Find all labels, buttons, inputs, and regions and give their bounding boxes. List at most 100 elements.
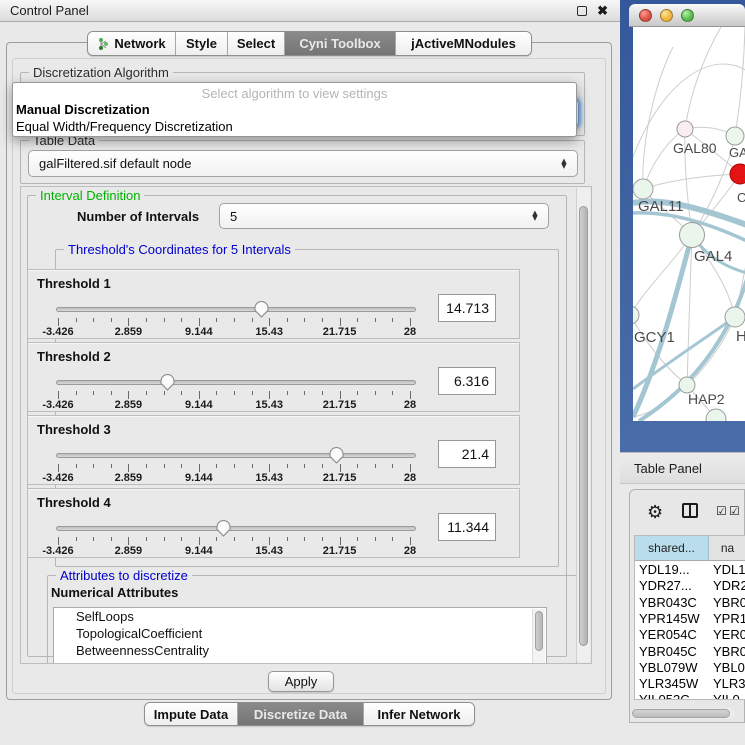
minimize-traffic-light-icon[interactable] [660,9,673,22]
attributes-scrollbar-thumb[interactable] [535,611,543,651]
dropdown-placeholder-item[interactable]: Select algorithm to view settings [13,83,576,101]
table-cell[interactable]: YPR1 [713,611,745,628]
table-cell[interactable]: YDR27... [639,578,709,595]
slider-tick [216,391,217,395]
network-node[interactable] [677,121,693,137]
table-panel: ⚙ ☑ ☑ shared...naYDL19...YDL1YDR27...YDR… [629,489,745,723]
threshold-slider-1[interactable]: -3.4262.8599.14415.4321.71528 [56,300,416,338]
table-cell[interactable]: YDL19... [639,562,709,579]
network-node[interactable] [730,164,745,184]
threshold-slider-2[interactable]: -3.4262.8599.14415.4321.71528 [56,373,416,411]
slider-tick [199,464,200,472]
threshold-value-field[interactable]: 21.4 [438,440,496,468]
slider-tick [58,318,59,326]
attribute-list-item[interactable]: BetweennessCentrality [54,642,546,659]
threshold-value-field[interactable]: 11.344 [438,513,496,541]
apply-button[interactable]: Apply [268,671,334,692]
network-node[interactable] [633,179,653,199]
attributes-list-scrollbar[interactable] [532,609,545,664]
slider-tick [93,391,94,395]
split-columns-icon[interactable] [682,503,698,518]
slider-tick [410,464,411,472]
slider-tick [216,464,217,468]
slider-tick-label: 28 [404,472,416,484]
slider-tick [340,464,341,472]
slider-thumb[interactable] [329,446,344,464]
close-traffic-light-icon[interactable] [639,9,652,22]
tab-network[interactable]: Network [88,32,176,55]
table-cell[interactable]: YBR0 [713,595,745,612]
table-cell[interactable]: YBL079W [639,660,709,677]
tab-select[interactable]: Select [228,32,285,55]
network-canvas[interactable]: GAL80GACGAL11GAL4GCY1HHAP2 [633,27,745,421]
node-label-gal4: GAL4 [694,248,732,265]
tab-impute-data[interactable]: Impute Data [145,703,238,725]
close-icon[interactable]: ✖ [597,3,608,19]
table-column-header-1[interactable]: shared... [635,536,709,561]
table-cell[interactable]: YIL052C [639,692,709,700]
settings-scrollbar-thumb[interactable] [579,206,588,646]
tab-discretize-data[interactable]: Discretize Data [238,703,364,725]
slider-track[interactable] [56,307,416,312]
table-cell[interactable]: YBR045C [639,644,709,661]
tab-jactivemnodules[interactable]: jActiveMNodules [396,32,531,55]
table-cell[interactable]: YER0 [713,627,745,644]
table-column-header-2[interactable]: na [709,536,745,561]
slider-tick-label: 15.43 [255,399,283,411]
threshold-value-field[interactable]: 6.316 [438,367,496,395]
threshold-value-field[interactable]: 14.713 [438,294,496,322]
tab-cyni-toolbox[interactable]: Cyni Toolbox [285,32,396,55]
slider-tick [287,464,288,468]
slider-thumb[interactable] [254,300,269,318]
attribute-list-item[interactable]: TopologicalCoefficient [54,625,546,642]
slider-tick-label: 28 [404,545,416,557]
node-attribute-table[interactable]: shared...naYDL19...YDL1YDR27...YDR2YBR04… [634,535,745,700]
zoom-traffic-light-icon[interactable] [681,9,694,22]
table-cell[interactable]: YER054C [639,627,709,644]
float-window-icon[interactable] [577,6,587,16]
table-cell[interactable]: YBR0 [713,644,745,661]
network-window-titlebar[interactable] [629,4,745,27]
network-node[interactable] [680,223,705,248]
node-label-gal80: GAL80 [673,140,717,156]
slider-tick [340,391,341,399]
select-columns-checkbox-icon[interactable]: ☑ [716,504,727,518]
network-node[interactable] [633,306,639,324]
table-horizontal-scrollbar[interactable] [631,708,735,719]
slider-tick [58,464,59,472]
dropdown-option-equal-width-frequency[interactable]: Equal Width/Frequency Discretization [13,118,576,135]
select-all-checkbox-icon[interactable]: ☑ [729,504,740,518]
slider-tick [93,318,94,322]
slider-tick [234,318,235,322]
gear-icon[interactable]: ⚙ [647,502,663,523]
slider-track[interactable] [56,380,416,385]
slider-track[interactable] [56,526,416,531]
network-node[interactable] [725,307,745,327]
table-cell[interactable]: YBR043C [639,595,709,612]
threshold-slider-4[interactable]: -3.4262.8599.14415.4321.71528 [56,519,416,557]
slider-tick-label: 2.859 [115,472,143,484]
table-cell[interactable]: YLR3 [713,676,745,693]
attribute-list-item[interactable]: SelfLoops [54,608,546,625]
table-cell[interactable]: YLR345W [639,676,709,693]
table-cell[interactable]: YPR145W [639,611,709,628]
table-hscrollbar-thumb[interactable] [632,709,730,718]
table-cell[interactable]: YDR2 [713,578,745,595]
network-node[interactable] [726,127,744,145]
tab-infer-network[interactable]: Infer Network [364,703,474,725]
slider-thumb[interactable] [216,519,231,537]
table-cell[interactable]: YIL0 [713,692,745,700]
dropdown-option-manual-discretization[interactable]: Manual Discretization [13,101,576,118]
slider-tick [128,391,129,399]
discretization-algorithm-group-title: Discretization Algorithm [29,65,173,80]
threshold-slider-3[interactable]: -3.4262.8599.14415.4321.71528 [56,446,416,484]
table-cell[interactable]: YBL0 [713,660,745,677]
table-cell[interactable]: YDL1 [713,562,745,579]
tab-style[interactable]: Style [176,32,228,55]
settings-vertical-scrollbar[interactable] [576,188,590,662]
numerical-attributes-list[interactable]: SelfLoopsTopologicalCoefficientBetweenne… [53,607,547,664]
table-data-combobox[interactable]: galFiltered.sif default node ▲▼ [28,150,578,177]
number-of-intervals-combobox[interactable]: 5 ▲▼ [219,203,549,229]
slider-track[interactable] [56,453,416,458]
slider-thumb[interactable] [160,373,175,391]
